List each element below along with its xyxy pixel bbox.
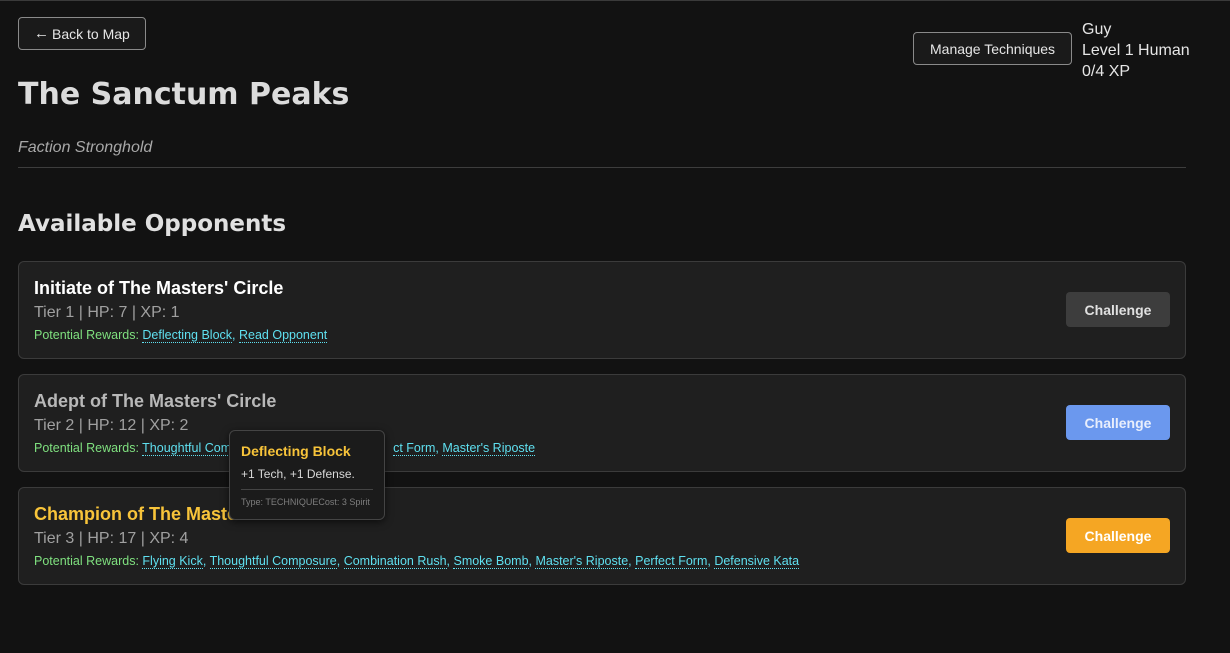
opponent-stats: Tier 2 | HP: 12 | XP: 2 — [34, 417, 189, 434]
header-divider — [18, 167, 1186, 168]
technique-tooltip: Deflecting Block +1 Tech, +1 Defense. Ty… — [229, 430, 385, 520]
opponent-name: Adept of The Masters' Circle — [34, 391, 277, 411]
reward-link[interactable]: Read Opponent — [238, 328, 328, 343]
rewards-label: Potential Rewards: — [34, 328, 139, 342]
section-title: Available Opponents — [18, 211, 287, 237]
potential-rewards: Potential Rewards: Deflecting Block, Rea… — [34, 328, 328, 343]
arrow-left-icon: ← — [34, 25, 49, 42]
player-level: Level 1 Human — [1082, 42, 1190, 59]
tooltip-meta: Type: TECHNIQUECost: 3 Spirit — [241, 497, 370, 507]
tooltip-title: Deflecting Block — [241, 443, 351, 459]
rewards-label: Potential Rewards: — [34, 554, 139, 568]
opponent-name: Initiate of The Masters' Circle — [34, 278, 284, 298]
reward-link[interactable]: Smoke Bomb — [453, 554, 529, 569]
tooltip-divider — [241, 489, 373, 490]
manage-techniques-button[interactable]: Manage Techniques — [913, 32, 1073, 65]
opponent-card: Adept of The Masters' Circle Tier 2 | HP… — [18, 374, 1186, 472]
challenge-button[interactable]: Challenge — [1066, 292, 1170, 327]
tooltip-description: +1 Tech, +1 Defense. — [241, 467, 355, 481]
reward-link[interactable]: Combination Rush — [343, 554, 447, 569]
reward-link[interactable]: Deflecting Block — [142, 328, 233, 343]
reward-link[interactable]: Master's Riposte — [535, 554, 629, 569]
opponent-card: Initiate of The Masters' Circle Tier 1 |… — [18, 261, 1186, 359]
reward-link[interactable]: ct Form — [393, 441, 436, 456]
page-title: The Sanctum Peaks — [18, 77, 350, 112]
reward-link[interactable]: Perfect Form — [635, 554, 708, 569]
opponent-card: Champion of The Masters' Circle Tier 3 |… — [18, 487, 1186, 585]
reward-link[interactable]: Thoughtful Composure — [209, 554, 337, 569]
opponent-stats: Tier 3 | HP: 17 | XP: 4 — [34, 530, 189, 547]
location-subtitle: Faction Stronghold — [18, 139, 153, 156]
challenge-button[interactable]: Challenge — [1066, 518, 1170, 553]
player-info: Guy Level 1 Human 0/4 XP — [1082, 19, 1190, 82]
opponent-stats: Tier 1 | HP: 7 | XP: 1 — [34, 304, 180, 321]
reward-link[interactable]: Thoughtful Comp — [142, 441, 239, 456]
back-to-map-label: Back to Map — [52, 25, 130, 42]
challenge-button[interactable]: Challenge — [1066, 405, 1170, 440]
reward-link[interactable]: Master's Riposte — [442, 441, 536, 456]
player-xp: 0/4 XP — [1082, 63, 1131, 80]
reward-link[interactable]: Flying Kick — [142, 554, 203, 569]
rewards-label: Potential Rewards: — [34, 441, 139, 455]
player-name: Guy — [1082, 21, 1112, 38]
back-to-map-button[interactable]: ← Back to Map — [18, 17, 146, 50]
reward-link[interactable]: Defensive Kata — [714, 554, 800, 569]
potential-rewards: Potential Rewards: Flying Kick, Thoughtf… — [34, 554, 800, 569]
